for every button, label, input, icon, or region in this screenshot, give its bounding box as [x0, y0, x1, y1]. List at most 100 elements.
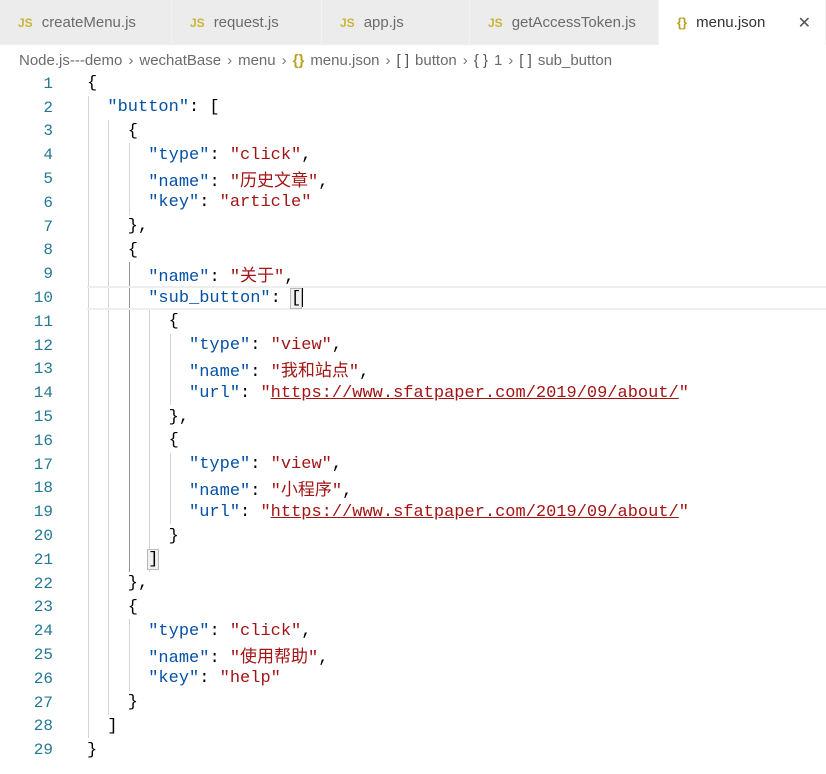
tab-getaccesstoken-js[interactable]: JS getAccessToken.js	[470, 0, 659, 45]
code-text: },	[87, 408, 189, 427]
code-line[interactable]: 23 {	[0, 596, 826, 620]
punctuation: :	[209, 621, 230, 641]
breadcrumb-item[interactable]: [ ] sub_button	[519, 52, 612, 69]
punctuation	[87, 455, 189, 474]
editor-tab-bar: JS createMenu.js JS request.js JS app.js JS get…	[0, 0, 826, 45]
code-text: {	[87, 312, 179, 331]
tab-request-js[interactable]: JS request.js	[172, 0, 322, 45]
breadcrumb-label: sub_button	[537, 51, 613, 69]
matched-bracket: [	[290, 288, 303, 310]
array-icon: [ ]	[519, 51, 532, 69]
chevron-right-icon: ›	[227, 51, 233, 69]
code-line[interactable]: 3 {	[0, 120, 826, 144]
code-line[interactable]: 28 ]	[0, 715, 826, 739]
code-line[interactable]: 18 "name": "小程序",	[0, 477, 826, 501]
punctuation: ,	[359, 363, 370, 383]
punctuation: :	[250, 482, 271, 502]
json-string: "关于"	[229, 268, 285, 288]
code-text: }	[87, 693, 138, 712]
punctuation: },	[87, 217, 149, 237]
code-line[interactable]: 16 {	[0, 429, 826, 453]
code-text: {	[87, 74, 97, 93]
breadcrumb-item[interactable]: [ ] button	[397, 52, 457, 69]
punctuation: :	[199, 193, 220, 213]
code-line[interactable]: 6 "key": "article"	[0, 191, 826, 215]
code-line[interactable]: 5 "name": "历史文章",	[0, 167, 826, 193]
punctuation: {	[87, 431, 179, 451]
punctuation: ,	[301, 621, 312, 641]
code-line[interactable]: 17 "type": "view",	[0, 453, 826, 477]
code-line[interactable]: 15 },	[0, 405, 826, 429]
code-line[interactable]: 7 },	[0, 215, 826, 239]
object-icon: { }	[473, 51, 488, 69]
code-line[interactable]: 19 "url": "https://www.sfatpaper.com/201…	[0, 500, 826, 524]
code-line[interactable]: 21 ]	[0, 548, 826, 572]
code-text: },	[87, 217, 148, 236]
code-line[interactable]: 26 "key": "help"	[0, 667, 826, 691]
code-line[interactable]: 10 "sub_button": [	[0, 286, 826, 310]
code-line[interactable]: 24 "type": "click",	[0, 619, 826, 643]
punctuation: :	[209, 649, 230, 669]
json-url-link[interactable]: https://www.sfatpaper.com/2019/09/about/	[271, 503, 679, 522]
code-line[interactable]: 25 "name": "使用帮助",	[0, 643, 826, 669]
line-number: 10	[33, 289, 53, 308]
tab-menu-json[interactable]: {} menu.json ✕	[659, 0, 826, 45]
punctuation: {	[87, 312, 179, 332]
punctuation: ,	[284, 268, 295, 288]
tab-createmenu-js[interactable]: JS createMenu.js	[0, 0, 172, 45]
punctuation: {	[87, 121, 139, 141]
code-line[interactable]: 11 {	[0, 310, 826, 334]
json-key: "name"	[148, 268, 210, 288]
breadcrumb-item[interactable]: menu	[238, 52, 276, 69]
punctuation: },	[87, 407, 190, 427]
code-line[interactable]: 8 {	[0, 239, 826, 263]
line-number: 8	[43, 241, 53, 260]
code-line[interactable]: 12 "type": "view",	[0, 334, 826, 358]
line-number: 27	[33, 693, 53, 712]
code-text: {	[87, 241, 138, 260]
breadcrumb-label: wechatBase	[139, 51, 222, 69]
punctuation: :	[240, 502, 261, 522]
line-number: 23	[33, 598, 53, 617]
code-line[interactable]: 1{	[0, 72, 826, 96]
punctuation: :	[209, 173, 230, 193]
line-number: 24	[33, 622, 53, 641]
code-line[interactable]: 2 "button": [	[0, 96, 826, 120]
code-line[interactable]: 20 }	[0, 524, 826, 548]
chevron-right-icon: ›	[462, 51, 468, 69]
code-editor[interactable]: 1{2 "button": [3 {4 "type": "click", 5 "n…	[0, 72, 826, 774]
json-key: "type"	[148, 621, 210, 641]
code-text: "name": "小程序",	[87, 475, 352, 501]
line-number: 19	[33, 503, 53, 522]
tab-label: request.js	[213, 14, 279, 31]
code-text: {	[87, 598, 138, 617]
code-line[interactable]: 13 "name": "我和站点",	[0, 358, 826, 382]
code-line[interactable]: 27 }	[0, 691, 826, 715]
code-line[interactable]: 29}	[0, 738, 826, 762]
breadcrumb-item[interactable]: wechatBase	[139, 52, 221, 69]
json-url-link[interactable]: https://www.sfatpaper.com/2019/09/about/	[271, 384, 679, 403]
code-line[interactable]: 22 },	[0, 572, 826, 596]
punctuation	[87, 363, 189, 382]
punctuation: {	[87, 597, 139, 617]
code-line[interactable]: 9 "name": "关于",	[0, 262, 826, 288]
punctuation: :	[240, 383, 261, 403]
json-file-icon: {}	[292, 51, 305, 69]
js-file-icon: JS	[190, 15, 205, 30]
line-number: 17	[33, 455, 53, 474]
code-text: "name": "我和站点",	[87, 356, 369, 382]
line-number: 9	[43, 265, 53, 284]
tab-app-js[interactable]: JS app.js	[322, 0, 470, 45]
array-icon: [ ]	[396, 51, 410, 69]
breadcrumb-item[interactable]: {} menu.json	[293, 52, 380, 69]
line-number: 18	[33, 479, 53, 498]
line-number: 21	[33, 550, 53, 569]
code-line[interactable]: 14 "url": "https://www.sfatpaper.com/201…	[0, 381, 826, 405]
code-line[interactable]: 4 "type": "click",	[0, 143, 826, 167]
line-number: 22	[33, 574, 53, 593]
json-key: "name"	[189, 482, 251, 502]
line-number: 7	[43, 217, 53, 236]
breadcrumb-item[interactable]: { } 1	[474, 52, 503, 69]
breadcrumb-item[interactable]: Node.js---demo	[19, 52, 122, 69]
close-icon[interactable]: ✕	[798, 13, 811, 33]
